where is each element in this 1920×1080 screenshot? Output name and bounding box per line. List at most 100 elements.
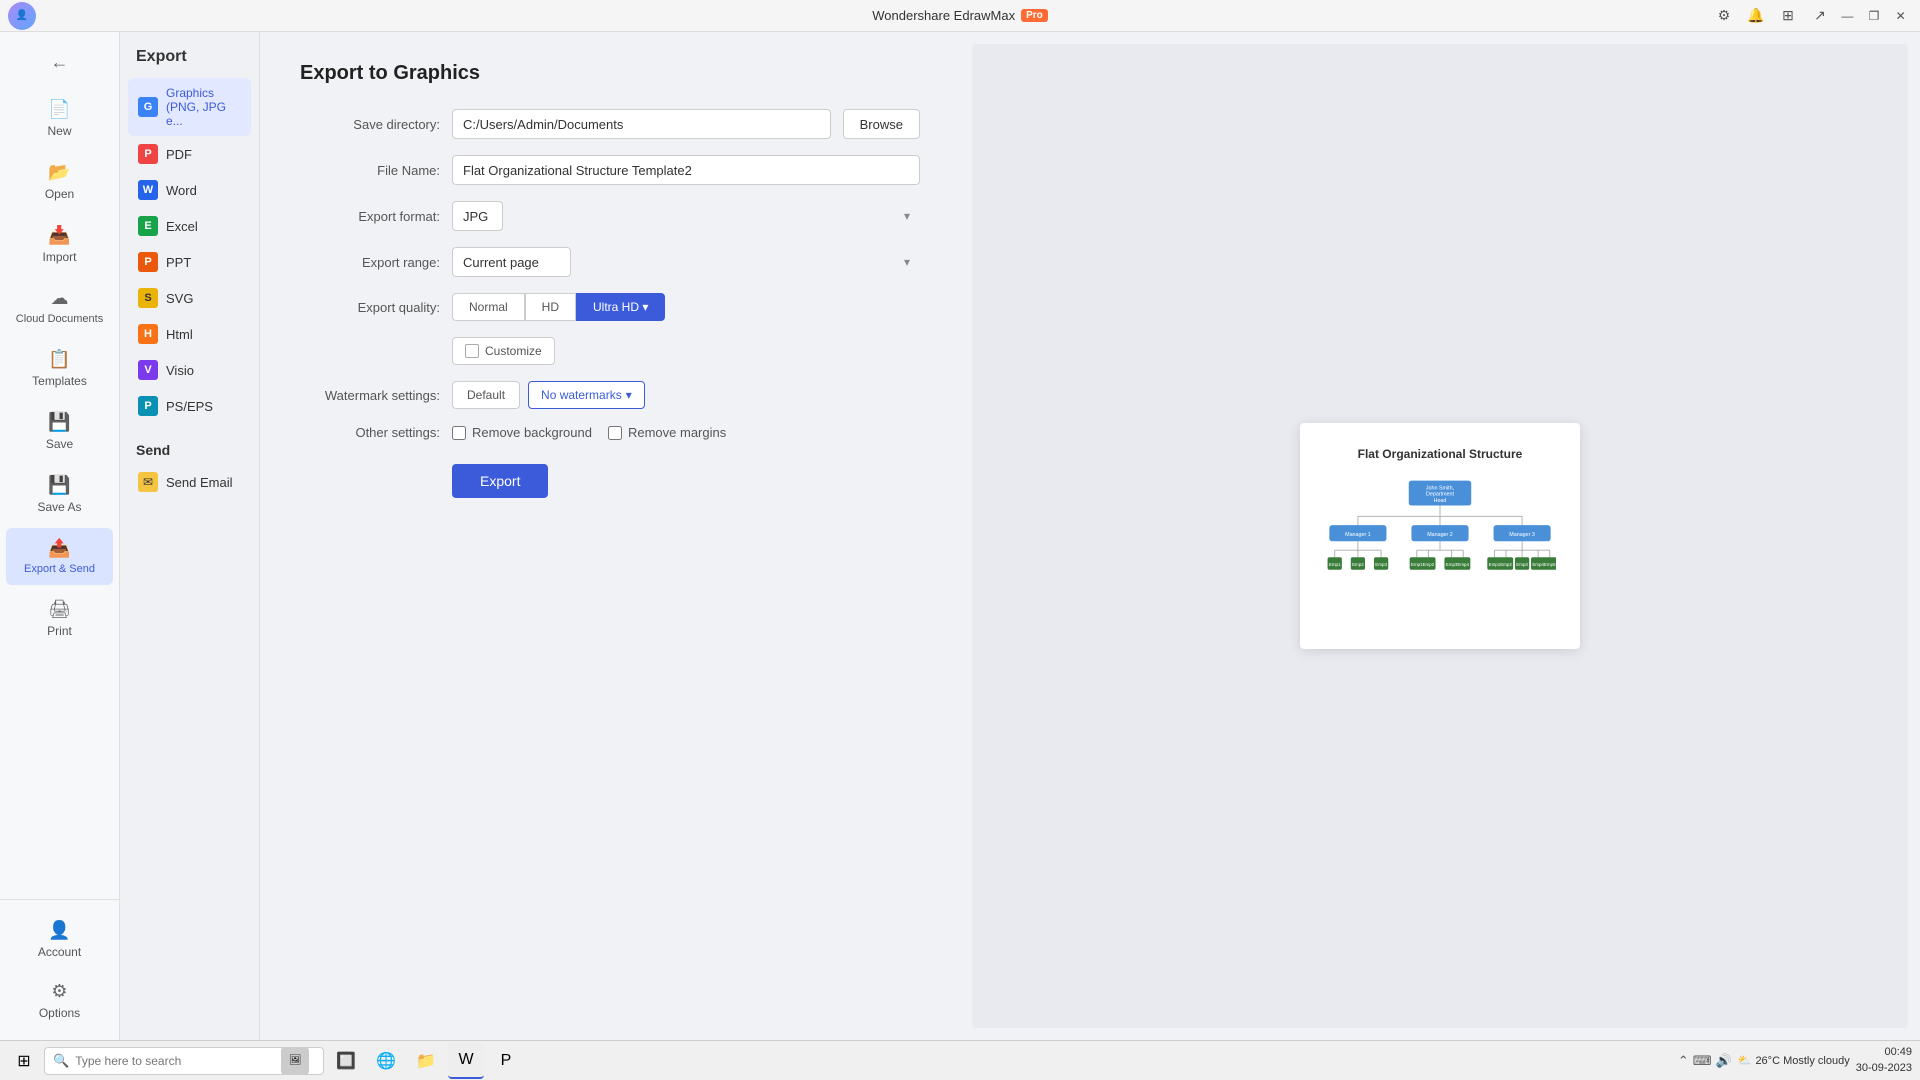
cloud-icon: ☁ <box>51 288 69 309</box>
quality-hd-button[interactable]: HD <box>525 293 576 321</box>
taskbar-app-edge[interactable]: 🌐 <box>368 1043 404 1079</box>
remove-margins-label[interactable]: Remove margins <box>608 425 726 440</box>
quality-ultrahd-button[interactable]: Ultra HD ▾ <box>576 293 665 321</box>
export-html-item[interactable]: H Html <box>128 316 251 352</box>
pro-badge: Pro <box>1021 9 1048 22</box>
quality-normal-button[interactable]: Normal <box>452 293 525 321</box>
export-pdf-item[interactable]: P PDF <box>128 136 251 172</box>
browse-button[interactable]: Browse <box>843 109 920 139</box>
chevron-up-icon[interactable]: ⌃ <box>1678 1053 1689 1069</box>
customize-checkbox <box>465 344 479 358</box>
restore-button[interactable]: ❐ <box>1863 6 1886 26</box>
export-graphics-item[interactable]: G Graphics (PNG, JPG e... <box>128 78 251 136</box>
customize-label: Customize <box>485 344 542 358</box>
grid-icon[interactable]: ⊞ <box>1776 4 1800 28</box>
taskbar-app-p[interactable]: P <box>488 1043 524 1079</box>
svg-text:Manager 1: Manager 1 <box>1345 532 1371 538</box>
sidebar-item-account[interactable]: 👤 Account <box>6 910 113 969</box>
watermark-no-label: No watermarks <box>541 388 622 402</box>
bell-icon[interactable]: 🔔 <box>1744 4 1768 28</box>
minimize-button[interactable]: — <box>1836 6 1859 26</box>
export-format-wrapper: JPG PNG BMP GIF TIFF <box>452 201 920 231</box>
titlebar-right-icons: ⚙ 🔔 ⊞ ↗ <box>1712 4 1832 28</box>
sidebar-item-cloud[interactable]: ☁ Cloud Documents <box>6 278 113 335</box>
sidebar-item-export-send[interactable]: 📤 Export & Send <box>6 528 113 585</box>
export-word-item[interactable]: W Word <box>128 172 251 208</box>
svg-text:Emp3: Emp3 <box>1375 562 1387 567</box>
share-icon[interactable]: ↗ <box>1808 4 1832 28</box>
taskbar: ⊞ 🔍 🖼 🔲 🌐 📁 W P ⌃ ⌨ 🔊 ⛅ 26°C Mostly clou… <box>0 1040 1920 1080</box>
weather-icon: ⛅ <box>1738 1054 1752 1067</box>
sidebar-templates-label: Templates <box>32 374 87 388</box>
export-excel-item[interactable]: E Excel <box>128 208 251 244</box>
sidebar-bottom: 👤 Account ⚙ Options <box>0 899 119 1032</box>
sidebar-item-save[interactable]: 💾 Save <box>6 402 113 461</box>
export-range-wrapper: Current page All pages Selected content <box>452 247 920 277</box>
avatar[interactable]: 👤 <box>8 2 36 30</box>
export-format-label: Export format: <box>300 209 440 224</box>
graphics-label: Graphics (PNG, JPG e... <box>166 86 241 128</box>
watermark-no-button[interactable]: No watermarks ▾ <box>528 381 645 409</box>
search-input[interactable] <box>75 1054 275 1068</box>
options-icon: ⚙ <box>51 981 67 1002</box>
svg-text:Department: Department <box>1426 492 1454 498</box>
remove-background-checkbox[interactable] <box>452 426 466 440</box>
export-format-select[interactable]: JPG PNG BMP GIF TIFF <box>452 201 503 231</box>
export-ppt-item[interactable]: P PPT <box>128 244 251 280</box>
sidebar-item-save-as[interactable]: 💾 Save As <box>6 465 113 524</box>
volume-icon[interactable]: 🔊 <box>1716 1053 1732 1069</box>
sidebar-item-open[interactable]: 📂 Open <box>6 152 113 211</box>
customize-button[interactable]: Customize <box>452 337 555 365</box>
svg-text:Emp4: Emp4 <box>1532 562 1544 567</box>
import-icon: 📥 <box>48 225 70 246</box>
remove-background-label[interactable]: Remove background <box>452 425 592 440</box>
svg-text:Manager 3: Manager 3 <box>1509 532 1535 538</box>
back-button[interactable]: ← <box>6 42 113 83</box>
sidebar-item-import[interactable]: 📥 Import <box>6 215 113 274</box>
settings-icon[interactable]: ⚙ <box>1712 4 1736 28</box>
sidebar-account-label: Account <box>38 945 81 959</box>
keyboard-icon[interactable]: ⌨ <box>1693 1053 1712 1069</box>
sidebar-cloud-label: Cloud Documents <box>16 313 103 325</box>
watermark-group: Default No watermarks ▾ <box>452 381 645 409</box>
taskbar-search[interactable]: 🔍 🖼 <box>44 1047 324 1075</box>
send-email-item[interactable]: ✉ Send Email <box>128 464 251 500</box>
sidebar-item-print[interactable]: 🖨 Print <box>6 589 113 648</box>
ps-icon: P <box>138 396 158 416</box>
file-name-input[interactable] <box>452 155 920 185</box>
export-ps-item[interactable]: P PS/EPS <box>128 388 251 424</box>
export-svg-item[interactable]: S SVG <box>128 280 251 316</box>
svg-text:Emp4: Emp4 <box>1457 562 1469 567</box>
taskbar-app-files[interactable]: 📁 <box>408 1043 444 1079</box>
taskbar-app-view[interactable]: 🔲 <box>328 1043 364 1079</box>
word-icon: W <box>138 180 158 200</box>
remove-margins-checkbox[interactable] <box>608 426 622 440</box>
export-button[interactable]: Export <box>452 464 548 498</box>
start-button[interactable]: ⊞ <box>8 1045 40 1077</box>
export-range-select[interactable]: Current page All pages Selected content <box>452 247 571 277</box>
export-visio-item[interactable]: V Visio <box>128 352 251 388</box>
svg-text:John Smith,: John Smith, <box>1426 486 1454 492</box>
account-icon: 👤 <box>48 920 70 941</box>
watermark-default-button[interactable]: Default <box>452 381 520 409</box>
graphics-icon: G <box>138 97 158 117</box>
taskbar-app-word[interactable]: W <box>448 1043 484 1079</box>
excel-label: Excel <box>166 219 198 234</box>
email-icon: ✉ <box>138 472 158 492</box>
sidebar-import-label: Import <box>42 250 76 264</box>
ppt-label: PPT <box>166 255 191 270</box>
close-button[interactable]: ✕ <box>1889 6 1912 26</box>
watermark-dropdown-icon: ▾ <box>626 388 632 402</box>
sidebar-item-templates[interactable]: 📋 Templates <box>6 339 113 398</box>
export-icon: 📤 <box>48 538 70 559</box>
export-panel: Export G Graphics (PNG, JPG e... P PDF W… <box>120 32 260 1040</box>
sidebar-item-options[interactable]: ⚙ Options <box>6 971 113 1030</box>
sidebar-item-new[interactable]: 📄 New <box>6 89 113 148</box>
save-directory-input[interactable] <box>452 109 831 139</box>
watermark-row: Watermark settings: Default No watermark… <box>300 381 920 409</box>
other-settings-label: Other settings: <box>300 425 440 440</box>
svg-text:Emp1: Emp1 <box>1329 562 1341 567</box>
visio-label: Visio <box>166 363 194 378</box>
sidebar-options-label: Options <box>39 1006 80 1020</box>
svg-label: SVG <box>166 291 193 306</box>
